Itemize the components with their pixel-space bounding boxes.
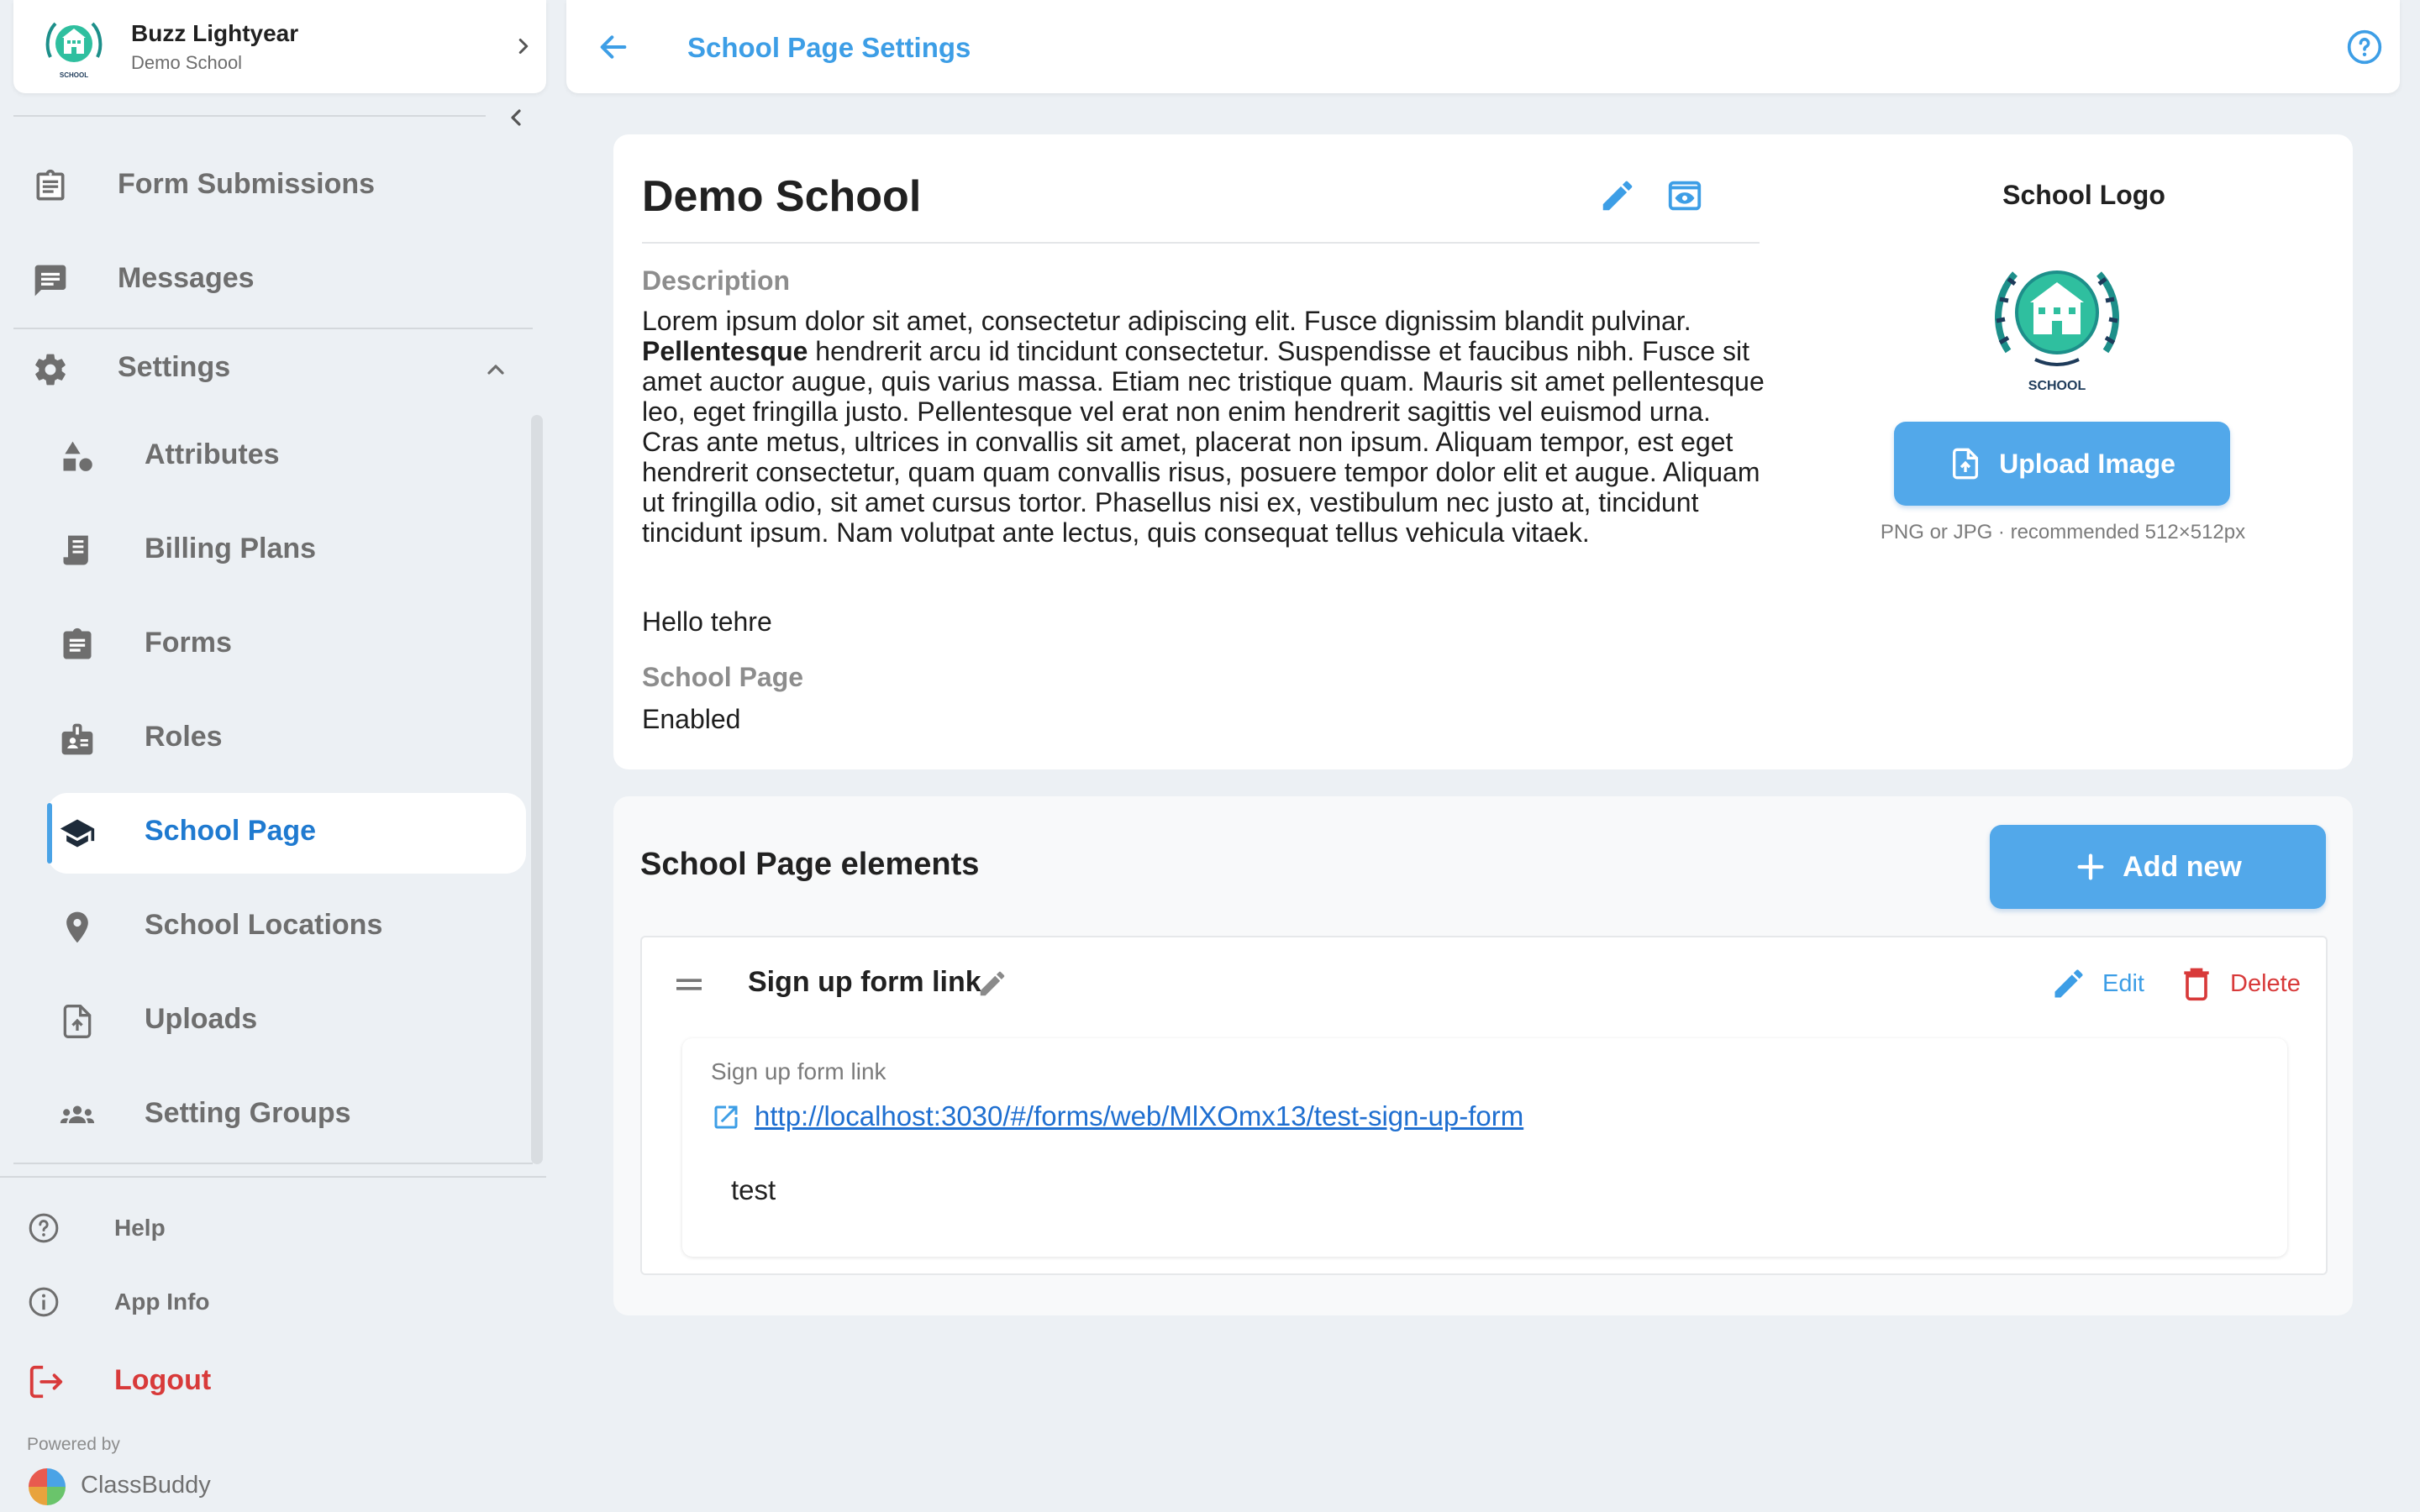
sidebar-item-label: Settings [118, 351, 231, 383]
preview-icon[interactable] [1665, 176, 1704, 215]
section-title: School Page elements [640, 847, 980, 882]
sidebar-item-attributes[interactable]: Attributes [0, 417, 529, 497]
sidebar-item-label: School Locations [145, 909, 383, 941]
divider [13, 1163, 533, 1164]
pencil-icon[interactable] [1598, 176, 1637, 215]
description-extra: Hello tehre [642, 606, 772, 637]
sidebar-item-label: Billing Plans [145, 533, 317, 564]
list-item: Sign up form link Edit Delete Sign up fo… [640, 936, 2328, 1275]
svg-text:SCHOOL: SCHOOL [60, 71, 88, 79]
sidebar-item-label: Setting Groups [145, 1097, 351, 1129]
logout-button[interactable]: Logout [0, 1346, 538, 1413]
school-details-card: Demo School Description Lorem ipsum dolo… [613, 134, 2353, 769]
location-pin-icon [66, 911, 88, 943]
graduation-cap-icon [60, 819, 95, 848]
sidebar-item-label: Attributes [145, 438, 280, 470]
gear-icon [35, 354, 66, 386]
user-name: Buzz Lightyear [131, 20, 299, 46]
file-upload-icon [63, 1005, 92, 1038]
clipboard-icon [63, 627, 92, 659]
page-title: School Page Settings [687, 32, 971, 63]
sidebar-item-setting-groups[interactable]: Setting Groups [0, 1075, 529, 1156]
sidebar-item-uploads[interactable]: Uploads [0, 981, 529, 1062]
receipt-icon [63, 535, 88, 565]
clipboard-list-icon [36, 169, 65, 201]
delete-label: Delete [2230, 969, 2301, 997]
logo-hint: PNG or JPG · recommended 512×512px [1880, 521, 2246, 543]
arrow-left-icon[interactable] [597, 30, 630, 64]
help-icon[interactable] [2346, 29, 2383, 66]
element-title: Sign up form link [748, 966, 981, 998]
school-page-elements-card: School Page elements Add new Sign up for… [613, 796, 2353, 1315]
sidebar-item-form-submissions[interactable]: Form Submissions [0, 146, 538, 227]
help-icon [29, 1213, 59, 1243]
school-page-status: Enabled [642, 704, 741, 734]
divider [13, 115, 486, 117]
sidebar-item-label: Form Submissions [118, 168, 376, 200]
edit-button[interactable]: Edit [2050, 961, 2144, 1006]
description-label: Description [642, 265, 791, 296]
drag-handle-icon[interactable] [672, 968, 706, 1001]
file-upload-icon [1953, 448, 1979, 480]
help-link[interactable]: Help [0, 1194, 538, 1262]
sidebar-item-messages[interactable]: Messages [0, 240, 538, 321]
id-badge-icon [61, 723, 93, 755]
description-text: Lorem ipsum dolor sit amet, consectetur … [642, 306, 1765, 548]
collapse-sidebar-icon[interactable] [502, 104, 529, 131]
sidebar-item-label: School Page [145, 815, 317, 847]
svg-text:SCHOOL: SCHOOL [2028, 379, 2086, 393]
add-new-button[interactable]: Add new [1990, 825, 2326, 909]
school-logo-icon: SCHOOL [45, 22, 103, 79]
app-info-label: App Info [114, 1289, 210, 1315]
element-preview: Sign up form link http://localhost:3030/… [682, 1038, 2287, 1257]
trash-icon [2184, 968, 2209, 1001]
add-new-label: Add new [2123, 850, 2242, 883]
info-icon [29, 1287, 59, 1317]
brand-name: ClassBuddy [81, 1472, 211, 1499]
sidebar-item-label: Forms [145, 627, 232, 659]
sidebar-item-roles[interactable]: Roles [0, 699, 529, 780]
user-school: Demo School [131, 52, 243, 73]
sidebar-item-label: Roles [145, 721, 223, 753]
sidebar-item-school-page[interactable]: School Page [0, 793, 529, 874]
plus-icon [2077, 853, 2104, 880]
sidebar-item-label: Uploads [145, 1003, 258, 1035]
chevron-up-icon[interactable] [482, 356, 509, 383]
external-link-icon [714, 1105, 738, 1129]
sidebar-item-school-locations[interactable]: School Locations [0, 887, 529, 968]
sidebar-scrollbar[interactable] [531, 415, 543, 1164]
divider [0, 1176, 546, 1178]
school-page-label: School Page [642, 662, 804, 692]
upload-image-button[interactable]: Upload Image [1894, 422, 2230, 506]
sidebar-item-settings[interactable]: Settings [0, 329, 538, 410]
sidebar-item-label: Messages [118, 262, 255, 294]
pencil-icon[interactable] [976, 968, 1008, 1000]
powered-by-text: Powered by [27, 1435, 120, 1454]
upload-image-label: Upload Image [1999, 448, 2175, 479]
logout-label: Logout [114, 1364, 212, 1396]
page-header: School Page Settings [566, 0, 2400, 93]
shapes-icon [63, 441, 92, 471]
message-icon [34, 265, 66, 297]
logout-icon [29, 1365, 63, 1399]
field-label: Sign up form link [711, 1058, 886, 1084]
element-text: test [731, 1174, 776, 1205]
school-name: Demo School [642, 172, 922, 221]
chevron-right-icon [518, 39, 529, 54]
classbuddy-logo-icon [29, 1468, 66, 1505]
user-switcher[interactable]: SCHOOL Buzz Lightyear Demo School [13, 0, 546, 93]
delete-button[interactable]: Delete [2178, 961, 2301, 1006]
app-info-link[interactable]: App Info [0, 1268, 538, 1336]
divider [642, 242, 1760, 244]
sidebar-item-billing-plans[interactable]: Billing Plans [0, 511, 529, 591]
sidebar-item-forms[interactable]: Forms [0, 605, 529, 685]
school-logo-image: SCHOOL [1995, 270, 2119, 393]
pencil-icon [2054, 969, 2083, 998]
edit-label: Edit [2102, 969, 2144, 997]
form-link[interactable]: http://localhost:3030/#/forms/web/MlXOmx… [755, 1100, 1523, 1132]
logo-heading: School Logo [2002, 180, 2165, 210]
groups-icon [60, 1105, 95, 1124]
help-label: Help [114, 1215, 166, 1241]
sidebar: SCHOOL Buzz Lightyear Demo School Form S… [0, 0, 555, 1512]
